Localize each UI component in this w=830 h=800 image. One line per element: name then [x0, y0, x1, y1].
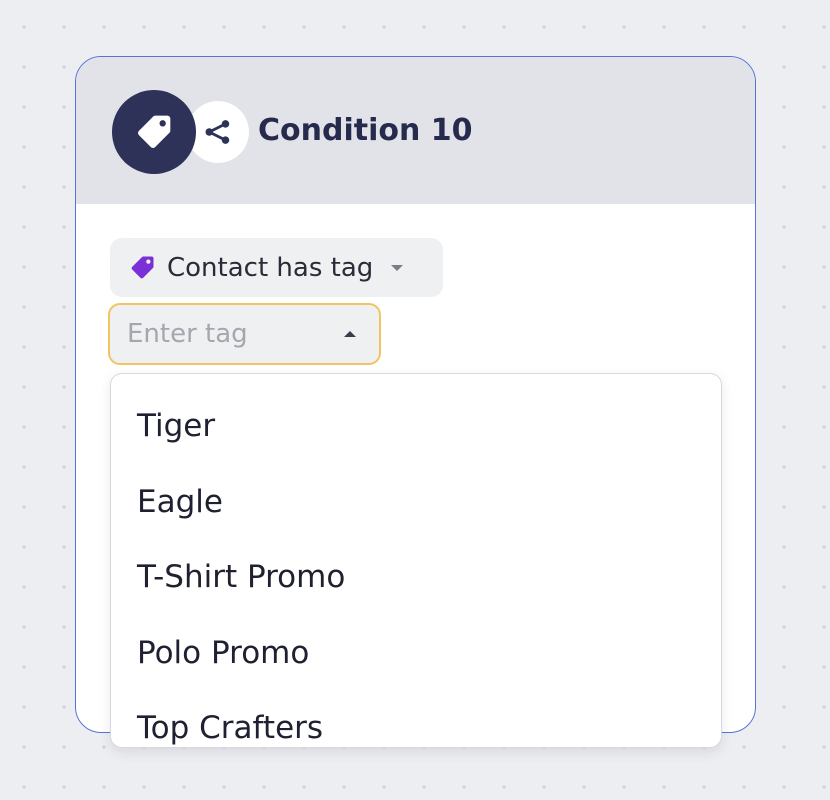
- tag-input-placeholder: Enter tag: [127, 319, 248, 349]
- share-icon[interactable]: [187, 101, 249, 163]
- tag-options-dropdown[interactable]: Tiger Eagle T-Shirt Promo Polo Promo Top…: [110, 373, 722, 748]
- condition-type-select[interactable]: Contact has tag: [110, 238, 443, 297]
- node-title: Condition 10: [258, 113, 473, 148]
- dropdown-option[interactable]: Polo Promo: [111, 623, 721, 683]
- dropdown-option[interactable]: T-Shirt Promo: [111, 547, 721, 607]
- dropdown-option[interactable]: Tiger: [111, 396, 721, 456]
- dropdown-option[interactable]: Top Crafters: [111, 698, 721, 747]
- condition-type-label: Contact has tag: [167, 252, 374, 283]
- dropdown-option[interactable]: Eagle: [111, 472, 721, 532]
- tag-search-input[interactable]: Enter tag: [108, 303, 381, 365]
- tag-icon: [112, 90, 196, 174]
- chevron-down-icon[interactable]: [390, 263, 404, 273]
- chevron-up-icon[interactable]: [343, 305, 357, 363]
- tag-icon: [129, 254, 156, 281]
- condition-node-header[interactable]: Condition 10: [76, 57, 755, 204]
